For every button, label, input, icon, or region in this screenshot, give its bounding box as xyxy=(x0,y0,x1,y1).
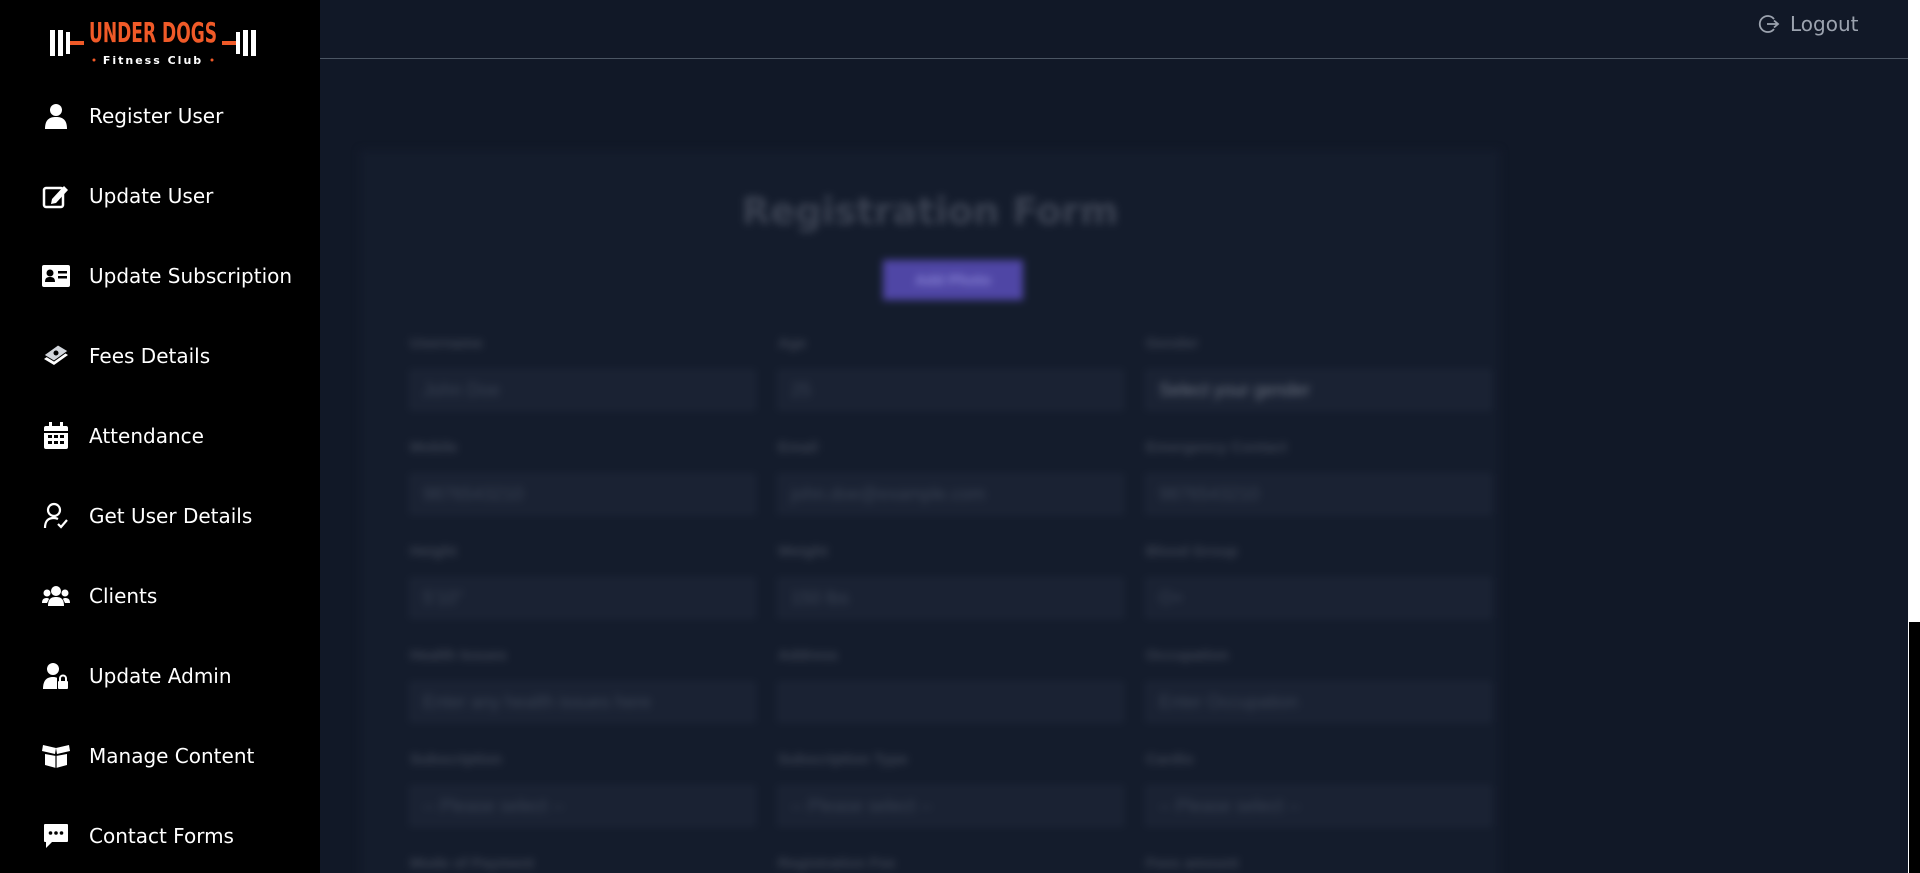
blood-group-label: Blood Group xyxy=(1146,543,1238,560)
top-bar: Logout xyxy=(320,0,1908,59)
gender-label: Gender xyxy=(1146,335,1199,352)
sidebar-item-label: Manage Content xyxy=(89,744,255,768)
address-input[interactable] xyxy=(778,682,1123,722)
subscription-type-select[interactable]: -- Please select -- xyxy=(778,786,1123,826)
user-check-icon xyxy=(42,502,70,530)
sidebar-item-update-subscription[interactable]: Update Subscription xyxy=(0,251,320,301)
emergency-contact-input[interactable]: 9876543210 xyxy=(1146,474,1491,514)
sidebar-item-register-user[interactable]: Register User xyxy=(0,91,320,141)
svg-text:Fitness Club: Fitness Club xyxy=(103,54,203,67)
mobile-input[interactable]: 9876543210 xyxy=(410,474,755,514)
user-lock-icon xyxy=(42,662,70,690)
comment-dots-icon xyxy=(42,822,70,850)
edit-icon xyxy=(42,182,70,210)
users-icon xyxy=(42,582,70,610)
registration-form: Registration Form Add Photo Username Joh… xyxy=(360,150,1500,873)
underdogs-logo[interactable]: UNDER DOGS Fitness Club xyxy=(46,2,260,68)
sidebar-item-label: Register User xyxy=(89,104,224,128)
sidebar-item-label: Contact Forms xyxy=(89,824,234,848)
form-title: Registration Form xyxy=(741,190,1119,233)
mobile-label: Mobile xyxy=(410,439,458,456)
mode-of-payment-label: Mode of Payment xyxy=(410,855,535,872)
svg-text:UNDER DOGS: UNDER DOGS xyxy=(89,16,217,49)
age-label: Age xyxy=(778,335,807,352)
subscription-type-label: Subscription Type xyxy=(778,751,908,768)
sidebar-item-label: Update Subscription xyxy=(89,264,293,288)
occupation-label: Occupation xyxy=(1146,647,1229,664)
logout-button[interactable]: Logout xyxy=(1758,10,1858,38)
email-input[interactable]: john.doe@example.com xyxy=(778,474,1123,514)
logout-icon xyxy=(1758,15,1780,33)
sidebar-item-label: Attendance xyxy=(89,424,204,448)
emergency-contact-label: Emergency Contact xyxy=(1146,439,1287,456)
add-photo-button[interactable]: Add Photo xyxy=(883,260,1023,300)
age-input[interactable]: 25 xyxy=(778,370,1123,410)
username-label: Username xyxy=(410,335,483,352)
logout-label: Logout xyxy=(1790,12,1859,36)
health-issues-label: Health Issues xyxy=(410,647,507,664)
sidebar: UNDER DOGS Fitness Club Register User Up… xyxy=(0,0,320,873)
sidebar-item-update-admin[interactable]: Update Admin xyxy=(0,651,320,701)
cardio-select[interactable]: -- Please select -- xyxy=(1146,786,1491,826)
sidebar-item-label: Update Admin xyxy=(89,664,232,688)
money-icon xyxy=(42,342,70,370)
sidebar-item-contact-forms[interactable]: Contact Forms xyxy=(0,811,320,861)
sidebar-item-get-user-details[interactable]: Get User Details xyxy=(0,491,320,541)
sidebar-item-attendance[interactable]: Attendance xyxy=(0,411,320,461)
sidebar-item-fees-details[interactable]: Fees Details xyxy=(0,331,320,381)
sidebar-item-label: Clients xyxy=(89,584,158,608)
sidebar-item-label: Get User Details xyxy=(89,504,253,528)
user-icon xyxy=(42,102,70,130)
box-open-icon xyxy=(42,742,70,770)
fees-amount-label: Fees amount xyxy=(1146,855,1239,872)
registration-fee-label: Registration Fee xyxy=(778,855,896,872)
sidebar-item-label: Fees Details xyxy=(89,344,211,368)
id-card-icon xyxy=(42,262,70,290)
calendar-icon xyxy=(42,422,70,450)
sidebar-item-update-user[interactable]: Update User xyxy=(0,171,320,221)
gender-select[interactable]: Select your gender xyxy=(1146,370,1491,410)
weight-label: Weight xyxy=(778,543,828,560)
email-label: Email xyxy=(778,439,819,456)
weight-input[interactable]: 150 lbs xyxy=(778,578,1123,618)
cardio-label: Cardio xyxy=(1146,751,1194,768)
page-scrollbar-thumb[interactable] xyxy=(1909,622,1920,873)
height-label: Height xyxy=(410,543,457,560)
height-input[interactable]: 5'10" xyxy=(410,578,755,618)
main-content: Logout Registration Form Add Photo Usern… xyxy=(320,0,1908,873)
sidebar-item-manage-content[interactable]: Manage Content xyxy=(0,731,320,781)
username-input[interactable]: John Doe xyxy=(410,370,755,410)
subscription-select[interactable]: -- Please select -- xyxy=(410,786,755,826)
sidebar-item-label: Update User xyxy=(89,184,214,208)
blood-group-input[interactable]: O+ xyxy=(1146,578,1491,618)
occupation-input[interactable]: Enter Occupation xyxy=(1146,682,1491,722)
health-issues-input[interactable]: Enter any health issues here xyxy=(410,682,755,722)
sidebar-item-clients[interactable]: Clients xyxy=(0,571,320,621)
address-label: Address xyxy=(778,647,839,664)
subscription-label: Subscription xyxy=(410,751,502,768)
